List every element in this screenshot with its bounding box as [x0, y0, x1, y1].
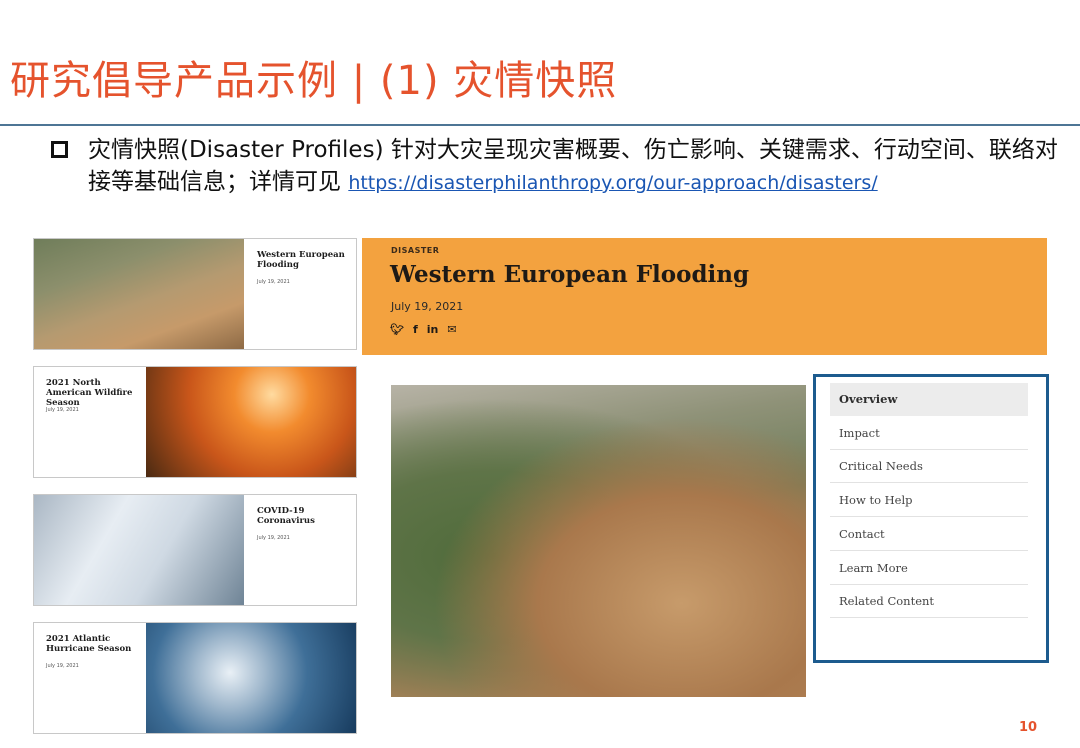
thumbnail-title: Western European Flooding [257, 250, 345, 270]
thumbnail-card[interactable]: 2021 Atlantic Hurricane Season July 19, … [33, 622, 357, 734]
nav-item-overview[interactable]: Overview [830, 383, 1028, 416]
thumbnail-card[interactable]: COVID-19 Coronavirus July 19, 2021 [33, 494, 357, 606]
thumbnail-date: July 19, 2021 [46, 407, 79, 413]
slide-title: 研究倡导产品示例 | (1) 灾情快照 [10, 58, 618, 104]
nav-item-impact[interactable]: Impact [830, 417, 1028, 450]
email-icon[interactable]: ✉ [447, 323, 456, 337]
section-nav: Overview Impact Critical Needs How to He… [813, 374, 1049, 663]
flood-aerial-photo [391, 385, 806, 697]
thumbnail-title: 2021 Atlantic Hurricane Season [46, 634, 132, 654]
facebook-icon[interactable]: f [413, 323, 418, 337]
disaster-header: DISASTER Western European Flooding July … [362, 238, 1047, 355]
thumbnail-image [146, 367, 356, 477]
title-divider [0, 124, 1080, 126]
thumbnail-title: 2021 North American Wildfire Season [46, 378, 133, 408]
thumbnail-image [146, 623, 356, 733]
disaster-tag: DISASTER [391, 246, 440, 255]
nav-item-critical-needs[interactable]: Critical Needs [830, 450, 1028, 483]
linkedin-icon[interactable]: in [427, 323, 439, 337]
nav-item-contact[interactable]: Contact [830, 518, 1028, 551]
disaster-title: Western European Flooding [390, 261, 750, 288]
thumbnail-title: COVID-19 Coronavirus [257, 506, 315, 526]
share-icons: 🐦︎ f in ✉ [390, 323, 457, 337]
disasters-link[interactable]: https://disasterphilanthropy.org/our-app… [348, 172, 877, 194]
page-number: 10 [1019, 720, 1038, 735]
disaster-date: July 19, 2021 [391, 300, 464, 313]
thumbnail-date: July 19, 2021 [257, 279, 290, 285]
slide-body-text: 灾情快照(Disaster Profiles) 针对大灾呈现灾害概要、伤亡影响、… [88, 134, 1063, 199]
thumbnail-image [34, 495, 244, 605]
bullet-square-icon [51, 141, 68, 158]
nav-item-related-content[interactable]: Related Content [830, 585, 1028, 618]
nav-item-learn-more[interactable]: Learn More [830, 552, 1028, 585]
thumbnail-date: July 19, 2021 [257, 535, 290, 541]
thumbnail-card[interactable]: 2021 North American Wildfire Season July… [33, 366, 357, 478]
nav-item-how-to-help[interactable]: How to Help [830, 484, 1028, 517]
twitter-icon[interactable]: 🐦︎ [390, 323, 404, 337]
thumbnail-date: July 19, 2021 [46, 663, 79, 669]
thumbnail-card[interactable]: Western European Flooding July 19, 2021 [33, 238, 357, 350]
thumbnail-image [34, 239, 244, 349]
